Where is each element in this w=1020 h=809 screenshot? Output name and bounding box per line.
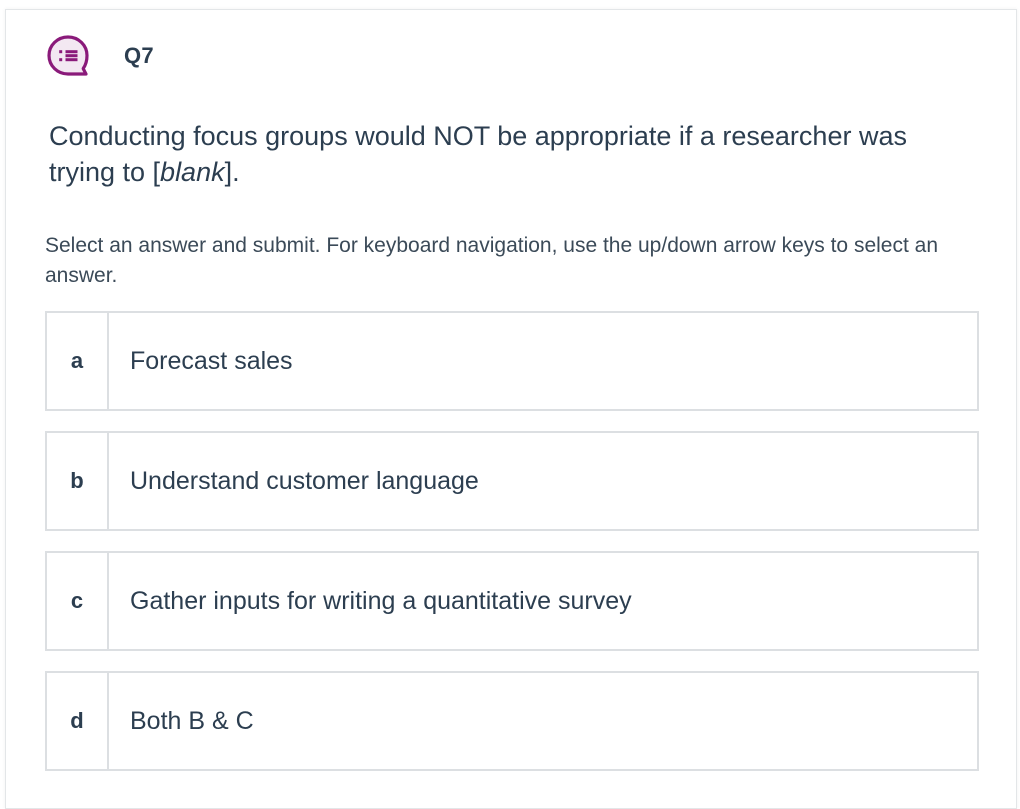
- instructions-text: Select an answer and submit. For keyboar…: [45, 234, 938, 287]
- answer-letter: b: [47, 433, 109, 529]
- answer-option-c[interactable]: c Gather inputs for writing a quantitati…: [45, 551, 979, 651]
- answer-letter: c: [47, 553, 109, 649]
- question-text-after: ].: [224, 157, 240, 187]
- answer-option-d[interactable]: d Both B & C: [45, 671, 979, 771]
- answer-letter: d: [47, 673, 109, 769]
- question-list-bubble-icon: [47, 35, 89, 76]
- question-card: Q7 Conducting focus groups would NOT be …: [5, 9, 1017, 809]
- answer-text: Forecast sales: [130, 346, 293, 375]
- question-blank: blank: [160, 157, 225, 187]
- question-text: Conducting focus groups would NOT be app…: [49, 118, 979, 190]
- answer-letter: a: [47, 313, 109, 409]
- answer-text: Gather inputs for writing a quantitative…: [130, 586, 632, 615]
- answer-option-b[interactable]: b Understand customer language: [45, 431, 979, 531]
- question-header: Q7: [46, 34, 154, 78]
- answer-option-a[interactable]: a Forecast sales: [45, 311, 979, 411]
- answer-text: Both B & C: [130, 706, 254, 735]
- answer-text: Understand customer language: [130, 466, 479, 495]
- question-number: Q7: [124, 43, 154, 68]
